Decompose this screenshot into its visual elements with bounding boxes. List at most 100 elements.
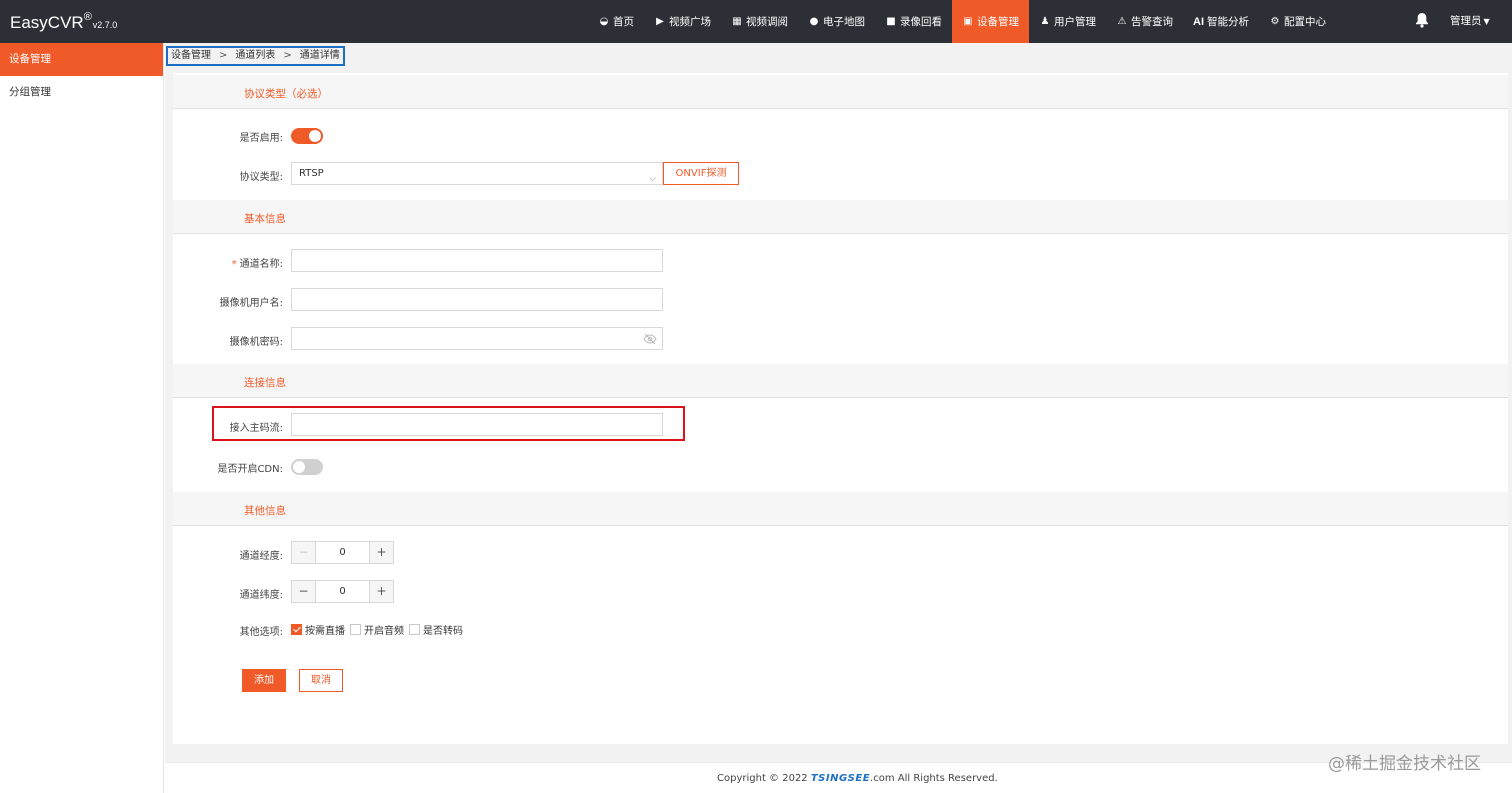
camera-username-input[interactable] [291, 288, 663, 311]
main-stream-input[interactable] [291, 413, 663, 436]
required-mark: * [231, 259, 237, 270]
nav-label: 录像回看 [900, 16, 942, 28]
onvif-detect-button[interactable]: ONVIF探测 [663, 162, 739, 185]
protocol-select[interactable]: RTSP ⌵ [291, 162, 663, 185]
breadcrumb-item-channel-detail: 通道详情 [299, 50, 340, 61]
sidebar-item-device-management[interactable]: 设备管理 [0, 43, 163, 76]
camera-password-label: 摄像机密码: [229, 337, 283, 348]
option-enable-audio[interactable]: 开启音频 [350, 622, 404, 637]
map-pin-icon: ● [809, 16, 819, 27]
breadcrumb-separator: > [283, 50, 292, 61]
enable-label: 是否启用: [239, 133, 283, 144]
nav-item-emap[interactable]: ● 电子地图 [798, 0, 875, 43]
section-header-basic: 基本信息 [173, 200, 1508, 234]
top-navigation-bar: EasyCVR®v2.7.0 ◒ 首页 ▶ 视频广场 ▦ 视频调阅 ● 电子地图 ■ 录像… [0, 0, 1512, 43]
section-header-protocol: 协议类型（必选） [173, 75, 1508, 109]
play-icon: ▶ [656, 16, 664, 27]
checkbox-unchecked[interactable] [409, 624, 420, 635]
checkbox-checked[interactable] [291, 624, 302, 635]
minus-icon[interactable]: − [292, 581, 315, 602]
nav-label: 视频广场 [669, 16, 711, 28]
sidebar: 设备管理 分组管理 [0, 43, 164, 793]
copyright-prefix: Copyright © 2022 [717, 773, 811, 784]
camera-password-input[interactable] [291, 327, 663, 350]
main-stream-label: 接入主码流: [229, 423, 283, 434]
nav-item-config-center[interactable]: ⚙ 配置中心 [1259, 0, 1336, 43]
option-on-demand-live[interactable]: 按需直播 [291, 622, 345, 637]
cdn-toggle[interactable] [291, 459, 323, 475]
copyright-suffix: .com All Rights Reserved. [870, 773, 998, 784]
other-options-label: 其他选项: [239, 627, 283, 638]
nav-item-ai-analysis[interactable]: AI 智能分析 [1183, 0, 1259, 43]
longitude-value[interactable]: 0 [315, 542, 370, 563]
nav-label: 电子地图 [823, 16, 865, 28]
option-transcode[interactable]: 是否转码 [409, 622, 463, 637]
longitude-label: 通道经度: [239, 551, 283, 562]
add-button[interactable]: 添加 [242, 669, 286, 692]
footer: Copyright © 2022 TSINGSEE.com All Rights… [165, 762, 1512, 793]
section-header-connection: 连接信息 [173, 364, 1508, 398]
user-icon: ♟ [1040, 16, 1050, 27]
plus-icon[interactable]: + [370, 581, 393, 602]
nav-label: 设备管理 [977, 16, 1019, 28]
enable-toggle[interactable] [291, 128, 323, 144]
nav-item-playback[interactable]: ■ 录像回看 [875, 0, 952, 43]
section-header-other: 其他信息 [173, 492, 1508, 526]
channel-name-label: * 通道名称: [173, 255, 283, 270]
app-logo[interactable]: EasyCVR®v2.7.0 [10, 11, 117, 33]
section-title: 其他信息 [244, 505, 286, 517]
breadcrumb-item-device-management[interactable]: 设备管理 [171, 50, 211, 61]
toggle-knob [293, 461, 305, 473]
longitude-stepper: − 0 + [291, 541, 394, 564]
plus-icon[interactable]: + [370, 542, 393, 563]
video-camera-icon: ■ [886, 16, 896, 27]
ai-icon: AI [1193, 15, 1204, 28]
channel-name-label-text: 通道名称: [239, 259, 283, 270]
user-name: 管理员 [1450, 15, 1482, 27]
device-icon: ▣ [963, 16, 973, 27]
channel-name-input[interactable] [291, 249, 663, 272]
toggle-knob [309, 130, 321, 142]
other-options-group: 按需直播 开启音频 是否转码 [291, 622, 468, 637]
dashboard-icon: ◒ [599, 16, 609, 27]
nav-label: 用户管理 [1054, 16, 1096, 28]
nav-item-alarm-query[interactable]: ⚠ 告警查询 [1106, 0, 1183, 43]
chevron-down-icon: ▼ [1483, 17, 1490, 26]
nav-item-video-review[interactable]: ▦ 视频调阅 [721, 0, 798, 43]
gear-icon: ⚙ [1270, 16, 1280, 27]
camera-username-label: 摄像机用户名: [219, 298, 283, 309]
user-menu[interactable]: 管理员 ▼ [1450, 13, 1490, 28]
latitude-label: 通道纬度: [239, 590, 283, 601]
copyright-text: Copyright © 2022 TSINGSEE.com All Rights… [717, 773, 998, 784]
nav-item-device-management[interactable]: ▣ 设备管理 [952, 0, 1029, 43]
protocol-label: 协议类型: [239, 172, 283, 183]
nav-label: 首页 [613, 16, 634, 28]
sidebar-item-group-management[interactable]: 分组管理 [0, 76, 163, 109]
section-title: 协议类型（必选） [244, 88, 328, 100]
nav-item-user-management[interactable]: ♟ 用户管理 [1029, 0, 1106, 43]
breadcrumb-separator: > [219, 50, 228, 61]
option-label: 按需直播 [305, 626, 345, 637]
latitude-stepper: − 0 + [291, 580, 394, 603]
cdn-label: 是否开启CDN: [217, 464, 283, 475]
protocol-select-value: RTSP [299, 168, 324, 179]
bell-icon[interactable] [1415, 12, 1429, 32]
nav-item-video-square[interactable]: ▶ 视频广场 [644, 0, 721, 43]
cancel-button[interactable]: 取消 [299, 669, 343, 692]
minus-icon[interactable]: − [292, 542, 315, 563]
breadcrumb-item-channel-list[interactable]: 通道列表 [235, 50, 275, 61]
brand-link[interactable]: TSINGSEE [811, 773, 870, 784]
app-name: EasyCVR [10, 13, 84, 32]
latitude-value[interactable]: 0 [315, 581, 370, 602]
grid-icon: ▦ [732, 16, 742, 27]
watermark: @稀土掘金技术社区 [1328, 754, 1481, 774]
eye-off-icon[interactable] [643, 332, 657, 346]
breadcrumb: 设备管理 > 通道列表 > 通道详情 [166, 46, 345, 66]
nav-item-home[interactable]: ◒ 首页 [588, 0, 644, 43]
section-title: 基本信息 [244, 213, 286, 225]
app-version: v2.7.0 [92, 20, 118, 30]
option-label: 是否转码 [423, 626, 463, 637]
nav-label: 智能分析 [1207, 16, 1249, 28]
nav-label: 配置中心 [1284, 16, 1326, 28]
checkbox-unchecked[interactable] [350, 624, 361, 635]
